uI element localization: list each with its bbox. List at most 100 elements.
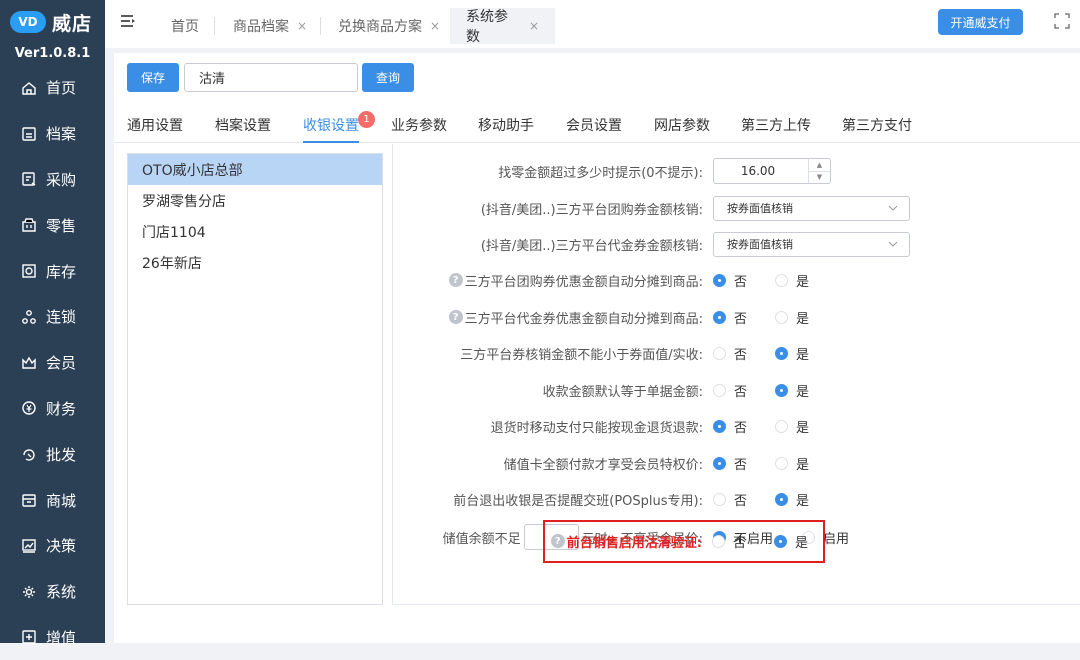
tab-cashier-settings[interactable]: 收银设置 [303, 115, 359, 143]
field-label: 前台销售启用沽清验证: [566, 535, 702, 551]
sidebar-item-label: 库存 [46, 262, 77, 281]
radio-button[interactable] [775, 273, 788, 287]
sidebar-item[interactable]: 首页 [0, 65, 105, 111]
app-name: 威店 [52, 12, 93, 35]
home-icon [20, 79, 38, 97]
sidebar-item[interactable]: 财务 [0, 386, 105, 432]
tab-home[interactable]: 首页 [155, 8, 215, 44]
radio-button[interactable] [775, 346, 788, 360]
radio-no[interactable]: 否 [713, 271, 775, 290]
option-label: 是 [796, 384, 810, 400]
search-input[interactable]: 沽清 [184, 63, 358, 92]
radio-button[interactable] [775, 383, 788, 397]
radio-button[interactable] [775, 492, 788, 506]
radio-button[interactable] [775, 456, 788, 470]
save-button[interactable]: 保存 [127, 63, 179, 92]
radio-button[interactable] [713, 419, 726, 433]
radio-yes[interactable]: 是 [775, 381, 809, 400]
close-icon[interactable]: × [297, 19, 307, 33]
tab-label: 兑换商品方案 [338, 19, 422, 35]
sidebar-item[interactable]: 决策 [0, 523, 105, 569]
help-icon[interactable]: ? [550, 534, 565, 548]
radio-button[interactable] [774, 534, 787, 548]
sidebar-item[interactable]: 商城 [0, 477, 105, 523]
radio-button[interactable] [712, 534, 725, 548]
notification-badge: 1 [358, 111, 375, 128]
mall-icon [20, 491, 38, 509]
sidebar-item[interactable]: 零售 [0, 202, 105, 248]
voucher-coupon-select[interactable]: 按券面值核销 [713, 231, 910, 257]
tab-third-party-payment[interactable]: 第三方支付 [842, 115, 912, 143]
field-label: 收款金额默认等于单据金额: [542, 384, 703, 400]
store-item[interactable]: 26年新店 [128, 247, 382, 278]
close-icon[interactable]: × [529, 19, 539, 33]
store-item[interactable]: 门店1104 [128, 216, 382, 247]
sidebar-item[interactable]: 库存 [0, 248, 105, 294]
sidebar-item-label: 商城 [46, 491, 77, 510]
store-item[interactable]: OTO威小店总部 [128, 154, 382, 185]
radio-yes[interactable]: 是 [774, 532, 808, 551]
radio-no[interactable]: 否 [713, 490, 775, 509]
menu-toggle-icon[interactable] [119, 13, 137, 31]
sidebar-item[interactable]: 连锁 [0, 294, 105, 340]
radio-no[interactable]: 否 [713, 381, 775, 400]
radio-no[interactable]: 否 [712, 532, 774, 551]
radio-no[interactable]: 否 [713, 344, 775, 363]
tab-mobile-assistant[interactable]: 移动助手 [478, 115, 534, 143]
decision-icon [20, 537, 38, 555]
radio-button[interactable] [713, 456, 726, 470]
group-coupon-select[interactable]: 按券面值核销 [713, 195, 910, 221]
radio-button[interactable] [713, 492, 726, 506]
radio-yes[interactable]: 是 [775, 454, 809, 473]
sidebar-item[interactable]: 采购 [0, 157, 105, 203]
radio-no[interactable]: 否 [713, 417, 775, 436]
open-wei-pay-button[interactable]: 开通威支付 [938, 9, 1023, 35]
tab-member-settings[interactable]: 会员设置 [566, 115, 622, 143]
option-label: 是 [796, 347, 810, 363]
radio-no[interactable]: 否 [713, 308, 775, 327]
fullscreen-icon[interactable] [1054, 13, 1070, 29]
tab-business-params[interactable]: 业务参数 [391, 115, 447, 143]
radio-yes[interactable]: 是 [775, 417, 809, 436]
radio-button[interactable] [713, 310, 726, 324]
store-item[interactable]: 罗湖零售分店 [128, 185, 382, 216]
radio-yes[interactable]: 是 [775, 344, 809, 363]
query-button[interactable]: 查询 [362, 63, 414, 92]
sidebar-item[interactable]: 系统 [0, 569, 105, 615]
tab-system-params[interactable]: 系统参数 × [450, 8, 555, 45]
app-version: Ver1.0.8.1 [14, 46, 91, 61]
tab-online-store-params[interactable]: 网店参数 [654, 115, 710, 143]
chevron-up-icon[interactable]: ▲ [809, 159, 830, 172]
voucher-coupon-split-row: ? 三方平台代金券优惠金额自动分摊到商品: 否 是 [393, 302, 1080, 332]
tab-third-party-upload[interactable]: 第三方上传 [741, 115, 811, 143]
tab-product-archive[interactable]: 商品档案 × [217, 8, 323, 44]
system-icon [20, 583, 38, 601]
sidebar-item[interactable]: 档案 [0, 111, 105, 157]
help-icon[interactable]: ? [448, 273, 463, 287]
radio-button[interactable] [713, 383, 726, 397]
radio-button[interactable] [713, 273, 726, 287]
close-icon[interactable]: × [430, 19, 440, 33]
tab-label: 商品档案 [233, 19, 289, 35]
chevron-down-icon[interactable]: ▼ [809, 172, 830, 184]
radio-yes[interactable]: 是 [775, 308, 809, 327]
sidebar-item[interactable]: 增值 [0, 615, 105, 660]
radio-yes[interactable]: 是 [775, 271, 809, 290]
sidebar-nav: 首页 档案 采购 零售库存连锁 会员 财务 批发商城决策 系统 增值 [0, 65, 105, 660]
tab-general-settings[interactable]: 通用设置 [127, 115, 183, 143]
tab-exchange-plan[interactable]: 兑换商品方案 × [322, 8, 456, 44]
radio-yes[interactable]: 是 [775, 490, 809, 509]
help-icon[interactable]: ? [448, 310, 463, 324]
number-stepper[interactable]: ▲ ▼ [808, 159, 830, 183]
app-logo[interactable]: VD 威店 [0, 0, 105, 44]
radio-button[interactable] [775, 310, 788, 324]
radio-button[interactable] [713, 346, 726, 360]
tab-archive-settings[interactable]: 档案设置 [215, 115, 271, 143]
option-label: 否 [734, 457, 748, 473]
field-label: 三方平台代金券优惠金额自动分摊到商品: [464, 311, 703, 327]
radio-button[interactable] [775, 419, 788, 433]
sidebar-item[interactable]: 批发 [0, 431, 105, 477]
radio-no[interactable]: 否 [713, 454, 775, 473]
change-threshold-input[interactable]: 16.00 ▲ ▼ [713, 158, 831, 184]
sidebar-item[interactable]: 会员 [0, 340, 105, 386]
